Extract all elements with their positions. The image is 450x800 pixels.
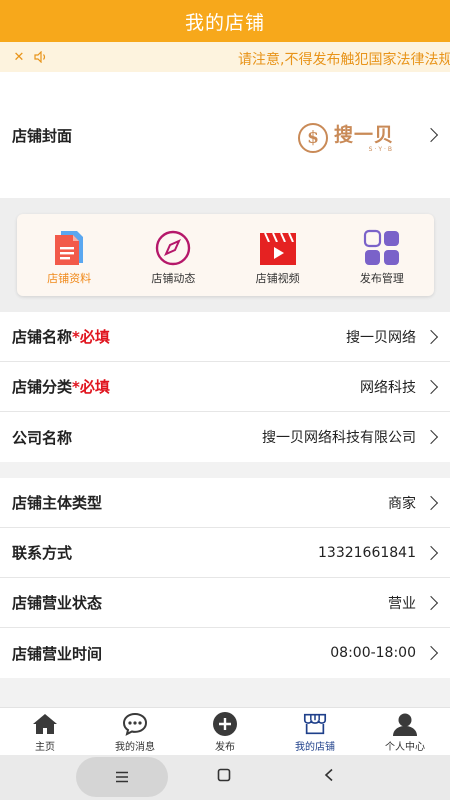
menu-icon bbox=[116, 771, 128, 783]
store-basic-info-group: 店铺名称*必填 搜一贝网络 店铺分类*必填 网络科技 公司名称 搜一贝网络科技有… bbox=[0, 312, 450, 462]
shortcut-label: 店铺视频 bbox=[255, 272, 300, 285]
shortcut-store-info[interactable]: 店铺资料 bbox=[17, 214, 121, 296]
store-category-label: 店铺分类*必填 bbox=[12, 378, 110, 396]
close-icon[interactable]: ✕ bbox=[8, 50, 30, 65]
company-name-label: 公司名称 bbox=[12, 428, 73, 447]
logo-subtext: S·Y·B bbox=[368, 145, 395, 153]
business-hours-row[interactable]: 店铺营业时间 08:00-18:00 bbox=[0, 628, 450, 678]
business-status-row[interactable]: 店铺营业状态 营业 bbox=[0, 578, 450, 628]
shortcut-label: 店铺动态 bbox=[151, 272, 196, 285]
contact-label: 联系方式 bbox=[12, 544, 73, 562]
speaker-icon bbox=[30, 51, 52, 63]
business-status-label: 店铺营业状态 bbox=[12, 594, 103, 612]
store-entity-type-label: 店铺主体类型 bbox=[12, 494, 103, 512]
notice-text: 请注意,不得发布触犯国家法律法规的信息 bbox=[238, 52, 450, 68]
shortcut-card: 店铺资料 店铺动态 店铺视频 发布管理 bbox=[17, 214, 434, 296]
page-title: 我的店铺 bbox=[184, 11, 265, 34]
business-hours-value: 08:00-18:00 bbox=[330, 645, 416, 661]
back-chevron-icon bbox=[324, 768, 333, 782]
tab-label: 我的消息 bbox=[115, 742, 155, 753]
square-icon bbox=[217, 768, 231, 782]
compass-icon bbox=[153, 228, 193, 268]
store-logo: $ 搜一贝 S·Y·B bbox=[298, 118, 416, 158]
company-name-row[interactable]: 公司名称 搜一贝网络科技有限公司 bbox=[0, 412, 450, 462]
shortcut-label: 发布管理 bbox=[359, 272, 404, 285]
tab-profile[interactable]: 个人中心 bbox=[360, 708, 450, 755]
tab-home[interactable]: 主页 bbox=[0, 708, 90, 755]
shortcut-section: 店铺资料 店铺动态 店铺视频 发布管理 bbox=[0, 198, 450, 312]
video-icon bbox=[258, 228, 298, 268]
contact-value: 13321661841 bbox=[318, 544, 416, 561]
shortcut-publish-manage[interactable]: 发布管理 bbox=[330, 214, 434, 296]
bottom-tab-bar: 主页 我的消息 发布 我的店铺 个人中心 bbox=[0, 707, 450, 755]
tab-label: 发布 bbox=[215, 742, 235, 753]
system-nav-bar bbox=[0, 755, 450, 800]
notice-bar: ✕ 请注意,不得发布触犯国家法律法规的信息 bbox=[0, 42, 450, 72]
contact-row[interactable]: 联系方式 13321661841 bbox=[0, 528, 450, 578]
chevron-right-icon bbox=[423, 545, 439, 560]
shortcut-store-video[interactable]: 店铺视频 bbox=[226, 214, 330, 296]
company-name-value: 搜一贝网络科技有限公司 bbox=[262, 430, 416, 446]
tab-messages[interactable]: 我的消息 bbox=[90, 708, 180, 755]
top-app-bar: 我的店铺 bbox=[0, 0, 450, 42]
home-icon bbox=[32, 712, 58, 736]
chevron-right-icon bbox=[423, 429, 439, 445]
shortcut-store-updates[interactable]: 店铺动态 bbox=[121, 214, 225, 296]
business-status-value: 营业 bbox=[388, 595, 416, 612]
chevron-right-icon bbox=[423, 495, 439, 510]
store-name-label: 店铺名称*必填 bbox=[12, 328, 110, 346]
chat-icon bbox=[122, 712, 148, 736]
chevron-right-icon bbox=[423, 379, 439, 394]
plus-circle-icon bbox=[212, 712, 238, 736]
store-cover-label: 店铺封面 bbox=[12, 126, 73, 145]
back-button[interactable] bbox=[323, 767, 335, 786]
grid-icon bbox=[362, 228, 402, 268]
chevron-right-icon bbox=[423, 329, 439, 344]
shop-icon bbox=[302, 712, 328, 736]
home-button[interactable] bbox=[217, 767, 231, 786]
chevron-right-icon bbox=[423, 595, 439, 610]
tab-publish[interactable]: 发布 bbox=[180, 708, 270, 755]
chevron-right-icon bbox=[423, 127, 439, 143]
menu-button[interactable] bbox=[76, 757, 168, 797]
required-marker: *必填 bbox=[72, 378, 110, 396]
tab-my-store[interactable]: 我的店铺 bbox=[270, 708, 360, 755]
store-detail-info-group: 店铺主体类型 商家 联系方式 13321661841 店铺营业状态 营业 店铺营… bbox=[0, 478, 450, 678]
store-entity-type-value: 商家 bbox=[388, 495, 416, 512]
shortcut-label: 店铺资料 bbox=[47, 272, 92, 285]
store-entity-type-row[interactable]: 店铺主体类型 商家 bbox=[0, 478, 450, 528]
store-name-row[interactable]: 店铺名称*必填 搜一贝网络 bbox=[0, 312, 450, 362]
store-cover-row[interactable]: 店铺封面 $ 搜一贝 S·Y·B bbox=[0, 72, 450, 198]
tab-label: 个人中心 bbox=[385, 742, 425, 753]
chevron-right-icon bbox=[423, 645, 439, 661]
store-name-value: 搜一贝网络 bbox=[346, 329, 416, 346]
tab-label: 主页 bbox=[35, 742, 55, 753]
logo-text: 搜一贝 bbox=[334, 123, 395, 146]
person-icon bbox=[392, 712, 418, 736]
tab-label: 我的店铺 bbox=[295, 742, 335, 753]
dollar-coin-icon: $ bbox=[298, 123, 328, 153]
store-category-row[interactable]: 店铺分类*必填 网络科技 bbox=[0, 362, 450, 412]
business-hours-label: 店铺营业时间 bbox=[12, 644, 103, 663]
store-category-value: 网络科技 bbox=[360, 379, 416, 396]
required-marker: *必填 bbox=[72, 328, 110, 346]
document-icon bbox=[49, 228, 89, 268]
